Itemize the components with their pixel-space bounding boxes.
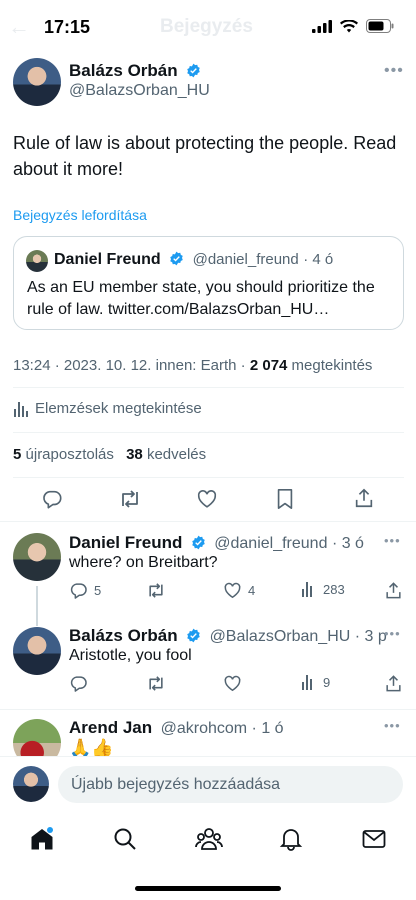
status-bar: ← 17:15 Bejegyzés <box>0 0 416 52</box>
reply-composer: Újabb bejegyzés hozzáadása <box>0 756 416 812</box>
author-handle: @BalazsOrban_HU <box>69 82 210 99</box>
reply-age: · 3 p <box>354 628 387 645</box>
quote-author-avatar <box>26 250 48 272</box>
reply-avatar[interactable] <box>13 533 61 581</box>
reply-count: 5 <box>94 583 102 598</box>
post-text: Rule of law is about protecting the peop… <box>13 133 397 179</box>
more-options-icon[interactable]: ••• <box>384 718 401 733</box>
views-count: 283 <box>323 581 345 597</box>
reply-author-name[interactable]: Balázs Orbán <box>69 626 178 645</box>
reply-icon <box>70 676 87 692</box>
quoted-post[interactable]: Daniel Freund @daniel_freund · 4 ó As an… <box>13 236 404 330</box>
notifications-icon[interactable] <box>279 826 303 852</box>
repost-button[interactable] <box>146 674 172 693</box>
post-meta: 13:24 · 2023. 10. 12. innen: Earth · 2 0… <box>13 357 372 374</box>
like-button[interactable]: 4 <box>223 581 255 600</box>
status-time: 17:15 <box>44 17 91 37</box>
views-label: megtekintés <box>287 357 373 374</box>
views-icon <box>302 582 312 597</box>
reply-author-name[interactable]: Daniel Freund <box>69 533 182 552</box>
reply-text: where? on Breitbart? <box>69 554 218 571</box>
bookmark-icon[interactable] <box>275 488 295 510</box>
verified-badge-icon <box>187 63 200 78</box>
author-name[interactable]: Balázs Orbán <box>69 61 178 80</box>
analytics-icon <box>14 401 28 417</box>
cellular-signal-icon <box>312 19 332 33</box>
share-icon[interactable] <box>384 581 403 600</box>
quote-text: As an EU member state, you should priori… <box>27 279 375 318</box>
reply-author-name[interactable]: Arend Jan <box>69 718 152 737</box>
search-icon[interactable] <box>112 826 138 852</box>
reply-icon[interactable] <box>41 488 63 510</box>
reply-avatar[interactable] <box>13 627 61 675</box>
composer-avatar <box>13 766 49 802</box>
reply-button[interactable] <box>69 674 94 693</box>
back-arrow-icon[interactable]: ← <box>8 14 30 40</box>
home-indicator <box>135 886 281 891</box>
wifi-icon <box>340 19 358 32</box>
quote-author-handle: @daniel_freund <box>192 251 299 268</box>
view-analytics-link[interactable]: Elemzések megtekintése <box>13 400 202 417</box>
quote-author-name: Daniel Freund <box>54 251 161 268</box>
analytics-label: Elemzések megtekintése <box>35 400 202 417</box>
reply-author-handle: @BalazsOrban_HU <box>209 628 351 645</box>
verified-badge-icon <box>192 535 205 550</box>
views-icon <box>302 675 312 690</box>
home-icon[interactable] <box>29 826 55 852</box>
reply-input[interactable]: Újabb bejegyzés hozzáadása <box>58 766 403 803</box>
like-icon <box>224 675 241 692</box>
more-options-icon[interactable]: ••• <box>384 533 401 548</box>
like-icon <box>224 582 241 599</box>
page-title: Bejegyzés <box>160 16 253 37</box>
views-button[interactable]: 283 <box>301 581 345 597</box>
thread-line <box>36 586 38 626</box>
views-button[interactable]: 9 <box>301 674 330 690</box>
like-count: 4 <box>248 583 256 598</box>
repost-button[interactable] <box>146 581 172 600</box>
likes-count[interactable]: 38 <box>126 446 143 463</box>
reposts-label[interactable]: újraposztolás <box>26 446 114 463</box>
reply-age: · 3 ó <box>331 535 364 552</box>
share-icon[interactable] <box>384 674 403 693</box>
likes-label[interactable]: kedvelés <box>147 446 206 463</box>
reply-input-placeholder: Újabb bejegyzés hozzáadása <box>71 776 281 793</box>
reply-icon <box>70 583 87 599</box>
bottom-nav <box>0 810 416 870</box>
verified-badge-icon <box>170 251 183 266</box>
reply-text: Aristotle, you fool <box>69 647 192 664</box>
reply-author-handle: @daniel_freund <box>214 535 328 552</box>
views-count: 9 <box>323 674 331 690</box>
verified-badge-icon <box>187 628 200 643</box>
repost-icon <box>149 676 163 691</box>
more-options-icon[interactable]: ••• <box>384 62 404 80</box>
messages-icon[interactable] <box>361 826 387 852</box>
author-avatar[interactable] <box>13 58 61 106</box>
translate-link[interactable]: Bejegyzés lefordítása <box>13 207 147 223</box>
reposts-count[interactable]: 5 <box>13 446 21 463</box>
post-timestamp: 13:24 · 2023. 10. 12. innen: Earth · <box>13 357 250 374</box>
engagement-counts: 5 újraposztolás 38 kedvelés <box>13 446 206 463</box>
reply-age: · 1 ó <box>251 720 284 737</box>
like-button[interactable] <box>223 674 248 693</box>
battery-icon <box>366 19 394 33</box>
quote-age: · 4 ó <box>303 251 334 268</box>
communities-icon[interactable] <box>195 826 223 852</box>
views-count: 2 074 <box>249 357 288 374</box>
share-icon[interactable] <box>353 487 375 509</box>
reply-author-handle: @akrohcom <box>160 720 248 737</box>
reply-button[interactable]: 5 <box>69 581 101 600</box>
like-icon[interactable] <box>196 488 218 510</box>
more-options-icon[interactable]: ••• <box>384 626 401 641</box>
repost-icon <box>149 583 163 598</box>
repost-icon[interactable] <box>118 488 142 510</box>
